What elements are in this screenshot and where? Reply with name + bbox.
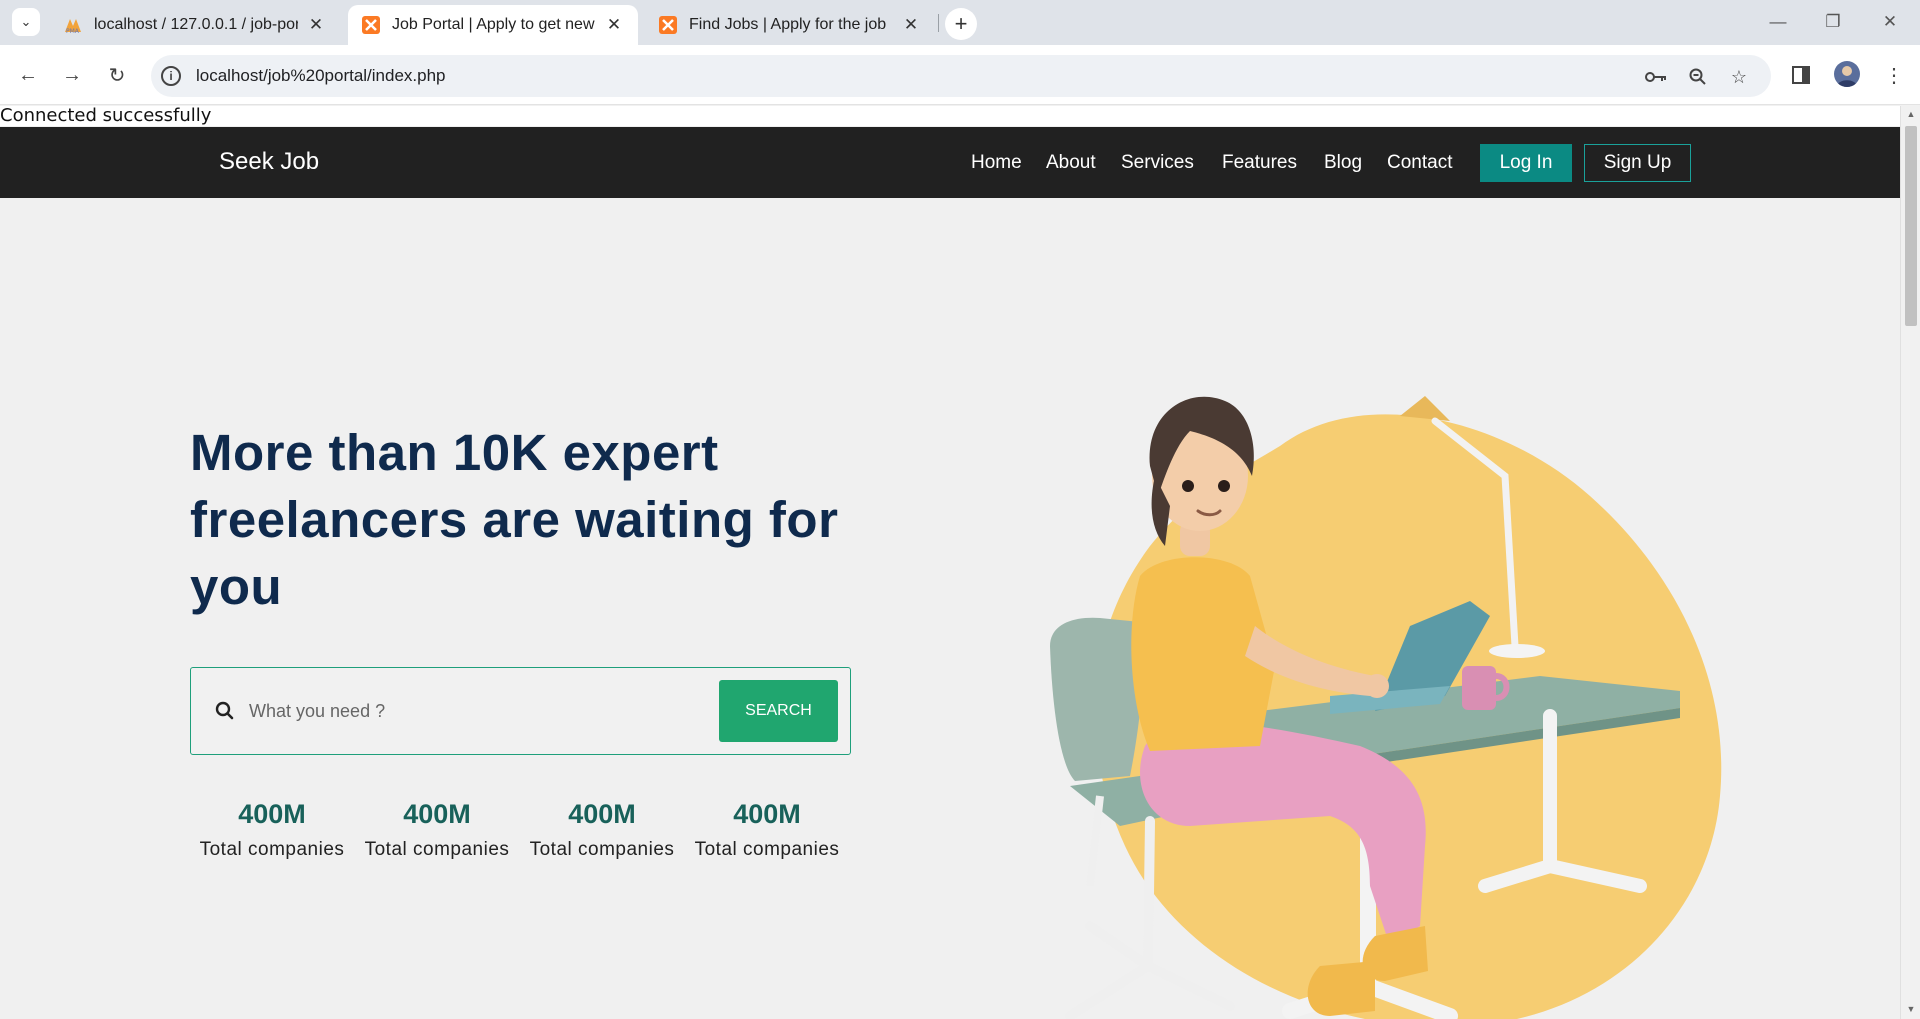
- nav-contact[interactable]: Contact: [1387, 127, 1452, 198]
- stat-value: 400M: [568, 799, 636, 829]
- tab-phpmyadmin[interactable]: PMA localhost / 127.0.0.1 / job-portal ✕: [50, 5, 340, 45]
- close-icon: ✕: [1882, 12, 1898, 31]
- svg-text:PMA: PMA: [66, 28, 80, 34]
- arrow-right-icon: →: [62, 63, 82, 86]
- reload-icon: ↻: [108, 64, 126, 87]
- more-vert-icon: ⋮: [1884, 64, 1904, 87]
- stat-item: 400M Total companies: [192, 798, 352, 861]
- signup-button[interactable]: Sign Up: [1584, 144, 1691, 182]
- stat-label: Total companies: [364, 839, 510, 860]
- stat-item: 400M Total companies: [357, 798, 517, 861]
- xampp-icon: [362, 16, 380, 34]
- stat-label: Total companies: [529, 839, 675, 860]
- key-icon[interactable]: [1644, 65, 1668, 89]
- window-close-button[interactable]: ✕: [1870, 8, 1910, 36]
- tab-title: Job Portal | Apply to get new job: [392, 16, 596, 33]
- stat-item: 400M Total companies: [687, 798, 847, 861]
- menu-button[interactable]: ⋮: [1878, 59, 1910, 91]
- plus-icon: +: [954, 11, 968, 36]
- side-panel-button[interactable]: [1785, 59, 1817, 91]
- stat-label: Total companies: [199, 839, 345, 860]
- search-input[interactable]: [249, 690, 699, 732]
- nav-link[interactable]: Home: [971, 152, 1022, 174]
- tab-separator: [938, 14, 939, 32]
- reload-button[interactable]: ↻: [101, 59, 133, 91]
- chevron-down-icon: ⌄: [20, 14, 32, 29]
- tab-title: localhost / 127.0.0.1 / job-portal: [94, 16, 298, 33]
- side-panel-icon: [1792, 66, 1810, 84]
- address-bar[interactable]: i localhost/job%20portal/index.php ☆: [151, 55, 1771, 97]
- tab-title: Find Jobs | Apply for the job: [689, 16, 887, 33]
- scroll-down-icon[interactable]: ▼: [1905, 1003, 1917, 1015]
- nav-services[interactable]: Services: [1121, 127, 1194, 198]
- nav-link[interactable]: Blog: [1324, 152, 1362, 174]
- phpmyadmin-icon: PMA: [65, 19, 81, 34]
- nav-about[interactable]: About: [1046, 127, 1096, 198]
- url-text[interactable]: localhost/job%20portal/index.php: [196, 66, 446, 86]
- search-button[interactable]: SEARCH: [719, 680, 838, 742]
- page-viewport: Connected successfully Seek Job Home Abo…: [0, 106, 1920, 1019]
- scrollbar-thumb[interactable]: [1905, 126, 1917, 326]
- stat-label: Total companies: [694, 839, 840, 860]
- job-search-form: SEARCH: [190, 667, 851, 755]
- xampp-icon: [659, 16, 677, 34]
- tab-job-portal[interactable]: Job Portal | Apply to get new job ✕: [348, 5, 638, 45]
- forward-button[interactable]: →: [56, 59, 88, 91]
- arrow-left-icon: ←: [18, 63, 38, 86]
- page-scrollbar[interactable]: ▲ ▼: [1900, 106, 1920, 1019]
- nav-link[interactable]: Services: [1121, 152, 1194, 174]
- stat-value: 400M: [238, 799, 306, 829]
- hero-illustration: [1050, 396, 1722, 1019]
- browser-tab-strip: ⌄ PMA localhost / 127.0.0.1 / job-portal…: [0, 0, 1920, 45]
- site-navbar: Seek Job Home About Services Features Bl…: [0, 127, 1900, 198]
- close-icon[interactable]: ✕: [306, 15, 326, 35]
- close-icon[interactable]: ✕: [901, 15, 921, 35]
- stat-value: 400M: [403, 799, 471, 829]
- new-tab-button[interactable]: +: [945, 8, 977, 40]
- stat-value: 400M: [733, 799, 801, 829]
- nav-link[interactable]: Features: [1222, 152, 1297, 174]
- nav-blog[interactable]: Blog: [1324, 127, 1362, 198]
- back-button[interactable]: ←: [12, 59, 44, 91]
- zoom-icon[interactable]: [1686, 65, 1710, 89]
- tab-search-button[interactable]: ⌄: [12, 8, 40, 36]
- stat-item: 400M Total companies: [522, 798, 682, 861]
- nav-link[interactable]: About: [1046, 152, 1096, 174]
- nav-features[interactable]: Features: [1222, 127, 1297, 198]
- site-info-icon[interactable]: i: [161, 66, 181, 86]
- scroll-up-icon[interactable]: ▲: [1905, 108, 1917, 120]
- nav-home[interactable]: Home: [971, 127, 1022, 198]
- brand-logo[interactable]: Seek Job: [219, 148, 319, 176]
- close-icon[interactable]: ✕: [604, 15, 624, 35]
- tab-find-jobs[interactable]: Find Jobs | Apply for the job ✕: [645, 5, 935, 45]
- restore-button[interactable]: ❐: [1813, 8, 1853, 36]
- search-icon: [215, 701, 234, 720]
- db-connection-message: Connected successfully: [0, 106, 1900, 126]
- bookmark-star-icon[interactable]: ☆: [1727, 65, 1751, 89]
- hero-headline: More than 10K expert freelancers are wai…: [190, 424, 839, 615]
- nav-link[interactable]: Contact: [1387, 152, 1452, 174]
- login-button[interactable]: Log In: [1480, 144, 1572, 182]
- profile-avatar[interactable]: [1834, 61, 1860, 87]
- minimize-icon: —: [1769, 12, 1787, 31]
- minimize-button[interactable]: —: [1758, 8, 1798, 36]
- browser-toolbar: ← → ↻ i localhost/job%20portal/index.php…: [0, 45, 1920, 105]
- restore-icon: ❐: [1825, 12, 1841, 31]
